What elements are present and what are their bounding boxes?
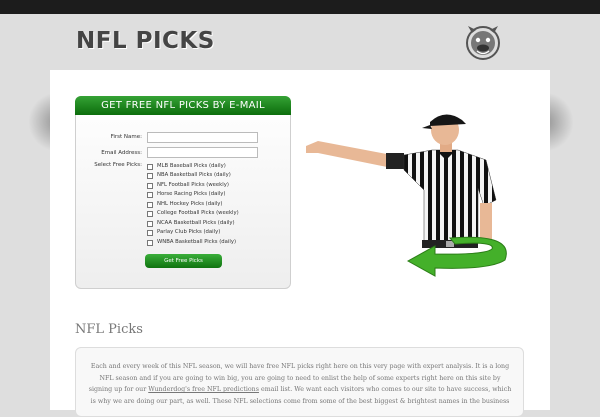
- checkbox-label: Parlay Club Picks (daily): [157, 229, 221, 235]
- checkbox-ncaa-basketball[interactable]: [147, 221, 153, 227]
- checkbox-nhl[interactable]: [147, 202, 153, 208]
- intro-paragraph: Each and every week of this NFL season, …: [88, 361, 512, 407]
- checkbox-label: NHL Hockey Picks (daily): [157, 201, 223, 207]
- bulldog-logo-icon[interactable]: [462, 23, 504, 61]
- checkbox-wnba[interactable]: [147, 240, 153, 246]
- select-picks-label: Select Free Picks:: [94, 162, 142, 168]
- checkbox-label: Horse Racing Picks (daily): [157, 191, 226, 197]
- checkbox-parlay-club[interactable]: [147, 230, 153, 236]
- checkbox-mlb[interactable]: [147, 164, 153, 170]
- checkbox-college-football[interactable]: [147, 211, 153, 217]
- first-name-label: First Name:: [110, 134, 142, 140]
- email-input[interactable]: [147, 147, 258, 158]
- referee-image: [306, 114, 507, 277]
- checkbox-label: MLB Baseball Picks (daily): [157, 163, 226, 169]
- checkbox-label: NFL Football Picks (weekly): [157, 182, 229, 188]
- site-title[interactable]: NFL PICKS: [76, 28, 215, 54]
- wunderdog-link[interactable]: Wunderdog's free NFL predictions: [148, 386, 259, 393]
- checkbox-label: WNBA Basketball Picks (daily): [157, 239, 237, 245]
- section-title: NFL Picks: [75, 322, 143, 337]
- checkbox-nfl[interactable]: [147, 183, 153, 189]
- checkbox-label: College Football Picks (weekly): [157, 210, 239, 216]
- checkbox-label: NCAA Basketball Picks (daily): [157, 220, 235, 226]
- email-label: Email Address:: [101, 150, 142, 156]
- checkbox-label: NBA Basketball Picks (daily): [157, 172, 231, 178]
- checkbox-nba[interactable]: [147, 173, 153, 179]
- first-name-input[interactable]: [147, 132, 258, 143]
- checkbox-horse-racing[interactable]: [147, 192, 153, 198]
- get-free-picks-button[interactable]: Get Free Picks: [145, 254, 222, 268]
- signup-form-title: GET FREE NFL PICKS BY E-MAIL: [75, 96, 291, 115]
- top-bar: [0, 0, 600, 14]
